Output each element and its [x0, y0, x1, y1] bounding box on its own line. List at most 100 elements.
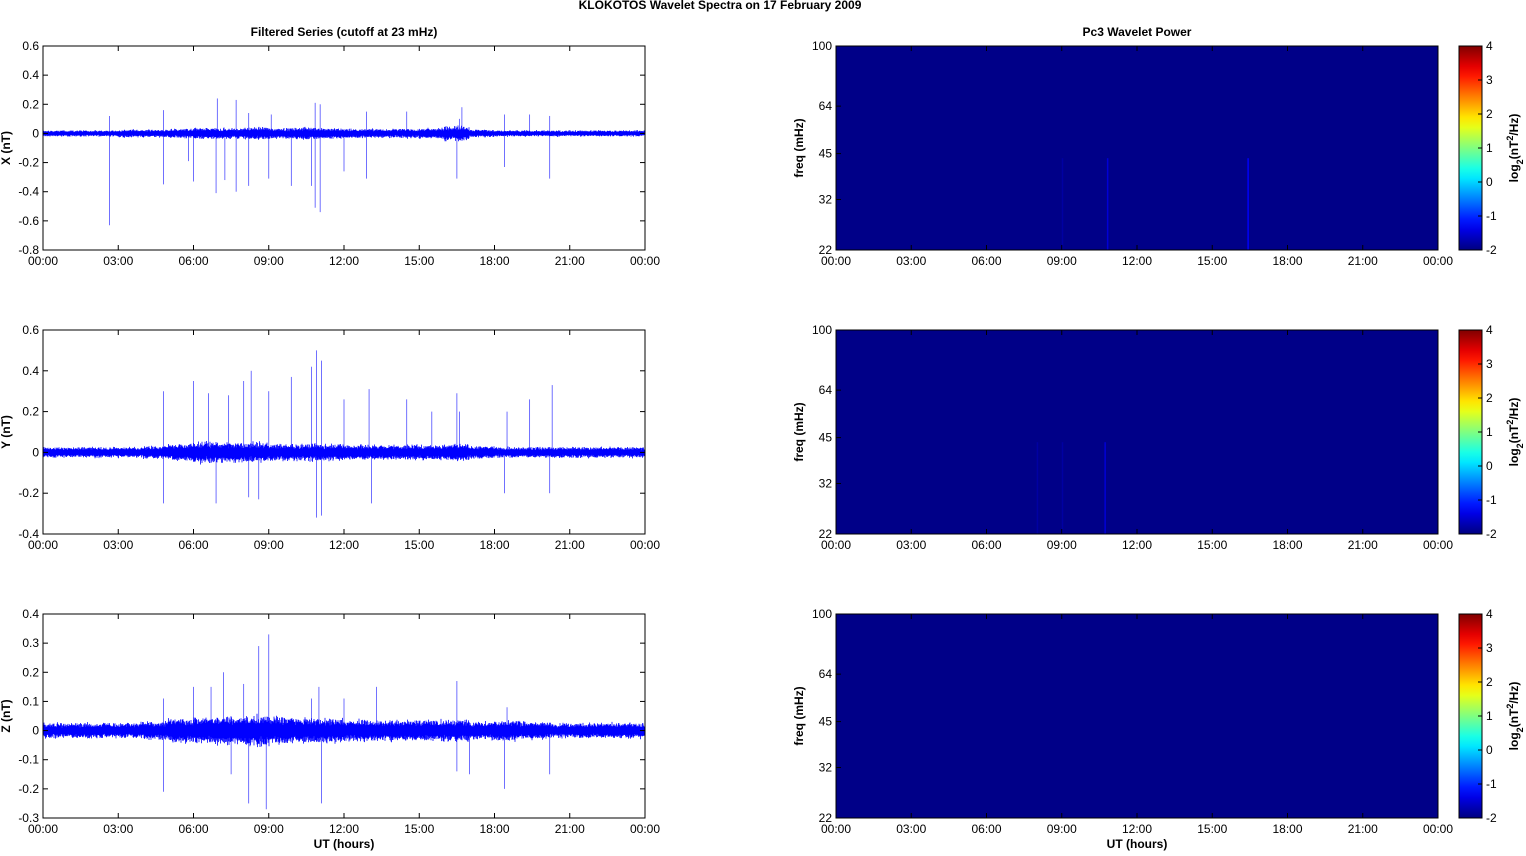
x-tick-label: 21:00	[555, 822, 585, 836]
y-axis-label: freq (mHz)	[792, 118, 806, 177]
x-tick-label: 09:00	[254, 822, 284, 836]
x-tick-label: 12:00	[1122, 254, 1152, 268]
x-tick-label: 06:00	[178, 254, 208, 268]
y-tick-label: 32	[819, 477, 833, 491]
colorbar-label: log2(nT2/Hz)	[1505, 114, 1525, 183]
y-tick-label: -0.1	[18, 753, 39, 767]
heatmap-feature	[1061, 442, 1064, 534]
x-tick-label: 18:00	[479, 538, 509, 552]
x-tick-label: 03:00	[896, 538, 926, 552]
x-tick-label: 18:00	[1272, 822, 1302, 836]
y-tick-label: 100	[812, 607, 832, 621]
y-tick-label: 0.6	[22, 323, 39, 337]
heatmap-background	[836, 46, 1438, 250]
y-tick-label: 64	[819, 99, 833, 113]
y-tick-label: 45	[819, 147, 833, 161]
x-tick-label: 15:00	[1197, 254, 1227, 268]
figure-title: KLOKOTOS Wavelet Spectra on 17 February …	[579, 0, 862, 12]
x-tick-label: 00:00	[630, 538, 660, 552]
colorbar-tick-label: -2	[1486, 527, 1497, 541]
chart-title: Pc3 Wavelet Power	[1083, 25, 1192, 39]
x-tick-label: 00:00	[630, 254, 660, 268]
y-tick-label: -0.2	[18, 156, 39, 170]
colorbar-tick-label: -1	[1486, 777, 1497, 791]
heatmap-background	[836, 330, 1438, 534]
x-tick-label: 00:00	[1423, 538, 1453, 552]
x-tick-label: 15:00	[404, 538, 434, 552]
y-tick-label: 0.4	[22, 607, 39, 621]
x-tick-label: 00:00	[1423, 254, 1453, 268]
y-tick-label: -0.2	[18, 486, 39, 500]
x-tick-label: 09:00	[1047, 254, 1077, 268]
figure: KLOKOTOS Wavelet Spectra on 17 February …	[0, 0, 1525, 851]
x-tick-label: 09:00	[254, 538, 284, 552]
x-tick-label: 00:00	[28, 254, 58, 268]
x-tick-label: 15:00	[404, 254, 434, 268]
x-tick-label: 00:00	[821, 254, 851, 268]
y-tick-label: 0	[32, 724, 39, 738]
colorbar-label: log2(nT2/Hz)	[1505, 682, 1525, 751]
colorbar-tick-label: 2	[1486, 391, 1493, 405]
x-tick-label: 12:00	[1122, 822, 1152, 836]
x-tick-label: 00:00	[28, 822, 58, 836]
colorbar-tick-label: 3	[1486, 641, 1493, 655]
colorbar-tick-label: -2	[1486, 243, 1497, 257]
x-tick-label: 12:00	[329, 822, 359, 836]
x-tick-label: 15:00	[404, 822, 434, 836]
colorbar-tick-label: 4	[1486, 39, 1493, 53]
x-tick-label: 15:00	[1197, 538, 1227, 552]
x-tick-label: 09:00	[1047, 538, 1077, 552]
x-tick-label: 00:00	[28, 538, 58, 552]
y-tick-label: 0.4	[22, 68, 39, 82]
colorbar-tick-label: 0	[1486, 459, 1493, 473]
x-tick-label: 00:00	[1423, 822, 1453, 836]
x-tick-label: 21:00	[1348, 254, 1378, 268]
y-axis-label: Z (nT)	[0, 699, 13, 732]
x-tick-label: 03:00	[896, 822, 926, 836]
x-tick-label: 06:00	[178, 822, 208, 836]
x-tick-label: 09:00	[1047, 822, 1077, 836]
colorbar-tick-label: -1	[1486, 493, 1497, 507]
x-tick-label: 18:00	[479, 254, 509, 268]
x-tick-label: 21:00	[555, 538, 585, 552]
colorbar-tick-label: 2	[1486, 107, 1493, 121]
y-tick-label: 32	[819, 193, 833, 207]
x-tick-label: 09:00	[254, 254, 284, 268]
x-tick-label: 18:00	[1272, 538, 1302, 552]
y-tick-label: 0.2	[22, 97, 39, 111]
colorbar-tick-label: 1	[1486, 425, 1493, 439]
y-tick-label: 0	[32, 126, 39, 140]
y-tick-label: 0.2	[22, 405, 39, 419]
x-tick-label: 21:00	[1348, 538, 1378, 552]
y-axis-label: Y (nT)	[0, 415, 13, 449]
heatmap-feature	[1247, 158, 1249, 250]
y-tick-label: -0.2	[18, 782, 39, 796]
x-tick-label: 21:00	[1348, 822, 1378, 836]
x-tick-label: 00:00	[630, 822, 660, 836]
colorbar-tick-label: 4	[1486, 323, 1493, 337]
y-tick-label: 64	[819, 383, 833, 397]
x-tick-label: 06:00	[971, 538, 1001, 552]
x-axis-label: UT (hours)	[314, 837, 375, 851]
x-tick-label: 03:00	[103, 822, 133, 836]
x-tick-label: 21:00	[555, 254, 585, 268]
colorbar-tick-label: 1	[1486, 141, 1493, 155]
x-tick-label: 12:00	[329, 538, 359, 552]
x-tick-label: 15:00	[1197, 822, 1227, 836]
colorbar-tick-label: -1	[1486, 209, 1497, 223]
y-axis-label: freq (mHz)	[792, 402, 806, 461]
timeseries-panel-y: -0.4-0.200.20.40.6Y (nT)00:00 03:00 06:00 0…	[0, 323, 660, 552]
colorbar-tick-label: 2	[1486, 675, 1493, 689]
x-tick-label: 03:00	[896, 254, 926, 268]
heatmap-feature	[1036, 442, 1039, 534]
y-tick-label: -0.6	[18, 214, 39, 228]
colorbar-tick-label: 3	[1486, 73, 1493, 87]
timeseries-panel-z: -0.3-0.2-0.100.10.20.30.4Z (nT)00:00 03:0…	[0, 607, 660, 851]
x-tick-label: 18:00	[479, 822, 509, 836]
y-axis-label: X (nT)	[0, 131, 13, 165]
y-tick-label: 0	[32, 445, 39, 459]
x-tick-label: 00:00	[821, 538, 851, 552]
colorbar-tick-label: 0	[1486, 175, 1493, 189]
y-tick-label: 0.2	[22, 665, 39, 679]
y-tick-label: 45	[819, 715, 833, 729]
